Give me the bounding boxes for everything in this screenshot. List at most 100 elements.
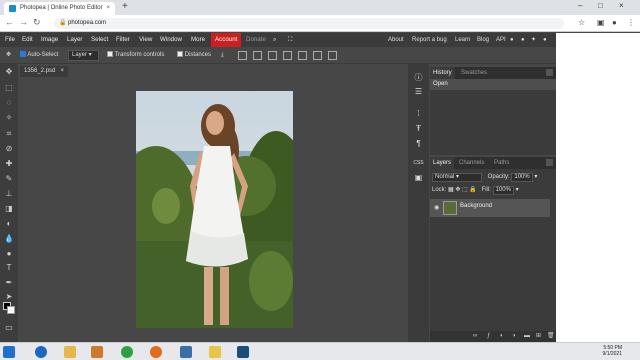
extensions-icon[interactable]: ▣ [597, 18, 605, 27]
new-layer-icon[interactable]: ⊞ [536, 333, 543, 340]
image-panel-icon[interactable]: ▣ [413, 172, 424, 183]
menu-edit[interactable]: Edit [22, 33, 33, 47]
align-middle-v-icon[interactable] [298, 51, 307, 60]
document-tab[interactable]: 1356_2.psd × [20, 66, 68, 77]
align-center-h-icon[interactable] [253, 51, 262, 60]
auto-select-checkbox[interactable] [20, 51, 26, 58]
layers-panel-menu-icon[interactable] [546, 159, 553, 166]
blur-tool-icon[interactable]: 💧 [3, 233, 15, 245]
align-right-icon[interactable] [268, 51, 277, 60]
donate-button[interactable]: Donate [246, 33, 266, 47]
fill-field[interactable]: 100% [492, 186, 514, 195]
distances-option[interactable]: Distances [177, 51, 211, 60]
link-layers-icon[interactable]: ∞ [473, 333, 480, 340]
tab-close-icon[interactable]: × [106, 2, 110, 15]
lock-transparency-icon[interactable]: ▦ [448, 187, 454, 193]
paragraph-icon[interactable]: ¶ [413, 138, 424, 149]
auto-select-target-dropdown[interactable]: Layer ▾ [68, 50, 99, 61]
new-group-icon[interactable]: ▬ [524, 333, 531, 340]
distribute-icon[interactable] [328, 51, 337, 60]
profile-icon[interactable]: ● [612, 18, 617, 27]
history-entry[interactable]: Open [430, 79, 556, 90]
link-report-bug[interactable]: Report a bug [412, 33, 447, 47]
css-icon[interactable]: CSS [413, 158, 424, 169]
magic-wand-tool-icon[interactable]: ✧ [3, 112, 15, 124]
fill-dropdown-icon[interactable]: ▾ [516, 187, 519, 193]
sticky-notes-icon[interactable] [209, 346, 221, 358]
document-image[interactable] [136, 91, 293, 328]
account-button[interactable]: Account [211, 33, 242, 47]
brushes-icon[interactable]: ⁞ [413, 108, 424, 119]
tab-channels[interactable]: Channels [456, 157, 487, 169]
transform-controls-option[interactable]: Transform controls [107, 51, 164, 60]
delete-layer-icon[interactable]: 🗑 [547, 333, 555, 340]
distances-checkbox[interactable] [177, 51, 183, 58]
lock-artboard-icon[interactable]: ⬚ [462, 187, 468, 193]
opacity-field[interactable]: 100% [511, 173, 533, 182]
start-icon[interactable] [3, 346, 15, 358]
lock-position-icon[interactable]: ✥ [455, 187, 460, 193]
lasso-tool-icon[interactable]: ◌ [3, 97, 15, 109]
tab-paths[interactable]: Paths [491, 157, 512, 169]
align-top-icon[interactable] [283, 51, 292, 60]
browser-menu-icon[interactable]: ⋮ [627, 18, 635, 27]
fullscreen-icon[interactable]: ⛶ [288, 33, 292, 47]
opacity-dropdown-icon[interactable]: ▾ [534, 174, 537, 180]
type-tool-icon[interactable]: T [3, 262, 15, 274]
move-tool-icon[interactable]: ✥ [6, 51, 11, 60]
history-panel-menu-icon[interactable] [546, 69, 553, 76]
auto-select-option[interactable]: Auto-Select [20, 51, 58, 60]
ie-icon[interactable] [35, 346, 47, 358]
menu-layer[interactable]: Layer [67, 33, 82, 47]
firefox-icon[interactable] [150, 346, 162, 358]
character-icon[interactable]: Ŧ [413, 123, 424, 134]
close-window-icon[interactable]: × [619, 1, 624, 10]
facebook-icon[interactable]: ● [543, 33, 547, 47]
visibility-eye-icon[interactable]: ◉ [434, 204, 439, 211]
brush-tool-icon[interactable]: ✎ [3, 173, 15, 185]
crop-tool-icon[interactable]: ⌗ [3, 128, 15, 140]
back-icon[interactable]: ← [5, 17, 14, 27]
reload-icon[interactable]: ↻ [33, 17, 41, 28]
properties-icon[interactable]: ☰ [413, 86, 424, 97]
menu-window[interactable]: Window [160, 33, 182, 47]
tab-layers[interactable]: Layers [430, 157, 455, 169]
github-icon[interactable]: ● [510, 33, 514, 47]
align-left-icon[interactable] [238, 51, 247, 60]
layer-name[interactable]: Background [460, 203, 492, 209]
link-about[interactable]: About [388, 33, 404, 47]
browser-tab[interactable]: Photopea | Online Photo Editor × [4, 2, 115, 15]
adjustment-layer-icon[interactable]: ◑ [512, 333, 519, 340]
reddit-icon[interactable]: ● [521, 33, 525, 47]
eyedropper-tool-icon[interactable]: ⊘ [3, 143, 15, 155]
bookmark-star-icon[interactable]: ☆ [578, 18, 585, 27]
dodge-tool-icon[interactable]: ● [3, 248, 15, 260]
menu-view[interactable]: View [139, 33, 152, 47]
menu-file[interactable]: File [5, 33, 15, 47]
document-close-icon[interactable]: × [60, 66, 64, 77]
maximize-icon[interactable]: □ [598, 1, 603, 10]
chrome-icon[interactable] [121, 346, 133, 358]
menu-more[interactable]: More [191, 33, 205, 47]
tab-history[interactable]: History [430, 67, 455, 79]
layer-style-icon[interactable]: ƒ [487, 333, 494, 340]
move-tool-icon[interactable]: ✥ [3, 66, 15, 78]
marquee-tool-icon[interactable]: ⬚ [3, 82, 15, 94]
file-explorer-icon[interactable] [64, 346, 76, 358]
layer-row-background[interactable]: ◉ Background [430, 199, 550, 217]
remote-desktop-icon[interactable] [180, 346, 192, 358]
pen-tool-icon[interactable]: ✒ [3, 277, 15, 289]
media-player-icon[interactable] [91, 346, 103, 358]
twitter-icon[interactable]: ✦ [531, 33, 536, 47]
blend-mode-dropdown[interactable]: Normal ▾ [432, 173, 482, 182]
menu-image[interactable]: Image [41, 33, 58, 47]
tab-swatches[interactable]: Swatches [458, 67, 490, 79]
clone-stamp-tool-icon[interactable]: ⊥ [3, 188, 15, 200]
eraser-tool-icon[interactable]: ◨ [3, 203, 15, 215]
info-icon[interactable]: ⓘ [413, 72, 424, 83]
lock-all-icon[interactable]: 🔒 [469, 187, 476, 193]
healing-tool-icon[interactable]: ✚ [3, 158, 15, 170]
address-bar[interactable]: 🔒 photopea.com [54, 18, 564, 29]
align-bottom-icon[interactable] [313, 51, 322, 60]
forward-icon[interactable]: → [19, 17, 28, 27]
